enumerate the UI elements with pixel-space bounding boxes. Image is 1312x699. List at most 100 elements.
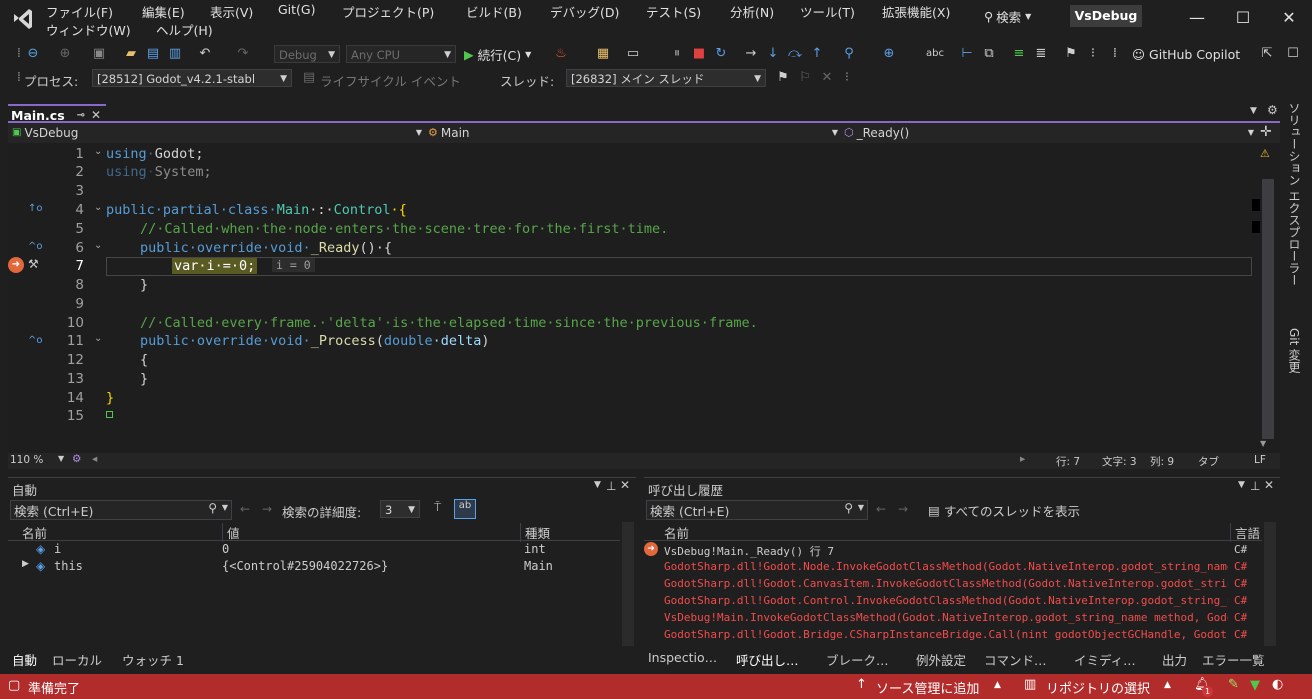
menu-file[interactable]: ファイル(F) (46, 2, 113, 21)
undo-icon[interactable]: ↶ (196, 45, 214, 63)
tab-inspection[interactable]: Inspectio… (648, 650, 717, 665)
tab-command[interactable]: コマンド… (984, 650, 1047, 669)
forward-arrow-icon[interactable]: → (262, 502, 272, 516)
tab-autos[interactable]: 自動 (12, 650, 37, 669)
menu-analyze[interactable]: 分析(N) (730, 2, 774, 21)
menu-build[interactable]: ビルド(B) (466, 2, 522, 21)
settings-gear-icon[interactable]: ⚙ (1267, 103, 1278, 117)
scroll-right-icon[interactable]: ▸ (1020, 453, 1025, 465)
continue-button[interactable]: ▶ 続行(C) ▼ (464, 44, 531, 64)
breakpoint-toolbar-icon[interactable]: ⚲ (840, 45, 858, 63)
lifecycle-events-button[interactable]: ライフサイクル イベント (320, 71, 461, 90)
tab-immediate[interactable]: イミディ… (1074, 650, 1136, 669)
tab-exception-settings[interactable]: 例外設定 (916, 650, 966, 669)
add-to-source-control-button[interactable]: ソース管理に追加 (876, 678, 979, 697)
tab-locals[interactable]: ローカル (52, 650, 102, 669)
solution-explorer-tab[interactable]: ソリューション エクスプローラー (1286, 102, 1303, 286)
window-layout-icon[interactable]: ▭ (624, 45, 642, 63)
globe-icon[interactable]: ⊕ (880, 45, 898, 63)
menu-view[interactable]: 表示(V) (210, 2, 253, 21)
variable-value[interactable]: {<Control#25904022726>} (222, 559, 388, 573)
bookmark-icon[interactable]: ⚑ (1062, 45, 1080, 63)
variable-value[interactable]: 0 (222, 542, 229, 556)
tab-call-stack[interactable]: 呼び出し… (736, 650, 799, 669)
issues-icon[interactable]: ⚙ (72, 453, 81, 465)
platform-dropdown[interactable]: Any CPU ▼ (346, 45, 456, 63)
search-button[interactable]: ⚲ 検索 ▼ (984, 6, 1060, 26)
open-file-icon[interactable]: ▰ (122, 45, 140, 63)
toolbar-options-icon[interactable]: ⁝ (838, 69, 856, 87)
step-over-icon[interactable]: ⤼ (786, 45, 804, 63)
panel-menu-icon[interactable]: ▼ (594, 480, 601, 490)
uncomment-icon[interactable]: ≣ (1032, 45, 1050, 63)
configuration-dropdown[interactable]: Debug ▼ (274, 45, 340, 63)
close-tab-icon[interactable]: ✕ (91, 108, 101, 122)
filter-icon[interactable]: ⍑ (434, 500, 441, 515)
show-all-threads-button[interactable]: ▤ すべてのスレッドを表示 (928, 501, 1080, 520)
search-depth-dropdown[interactable]: 3 ▼ (380, 500, 420, 518)
call-stack-scrollbar[interactable] (1264, 522, 1276, 646)
copilot-status-icon[interactable]: ✎ (1228, 677, 1239, 692)
autos-scrollbar[interactable] (622, 522, 634, 646)
menu-test[interactable]: テスト(S) (646, 2, 701, 21)
forward-arrow-icon[interactable]: → (898, 502, 908, 516)
project-dropdown[interactable]: ▣ VsDebug ▼ (12, 125, 422, 141)
back-arrow-icon[interactable]: ← (240, 502, 250, 516)
minimize-icon[interactable]: — (1184, 6, 1210, 30)
panel-menu-icon[interactable]: ▼ (1238, 480, 1245, 490)
call-stack-search-box[interactable]: 検索 (Ctrl+E) ⚲ ▼ (646, 500, 868, 520)
pause-icon[interactable]: ⏸ (668, 45, 686, 63)
call-stack-row[interactable]: GodotSharp.dll!Godot.Bridge.CSharpInstan… (644, 626, 1262, 643)
folder-icon[interactable]: ▦ (594, 45, 612, 63)
view-format-icon[interactable]: ab (454, 499, 476, 519)
column-header-name[interactable]: 名前 (22, 523, 47, 542)
collapse-icon[interactable]: ⌄ (94, 333, 102, 344)
split-editor-icon[interactable]: ✛ (1260, 124, 1272, 140)
column-header-type[interactable]: 種類 (520, 523, 550, 542)
table-row[interactable]: ▶ ◈ this {<Control#25904022726>} Main (8, 558, 620, 575)
maximize-icon[interactable]: ☐ (1230, 6, 1256, 30)
tab-list-icon[interactable]: ▼ (1250, 106, 1257, 116)
override-icon-2[interactable]: ^o (28, 335, 43, 346)
zoom-level[interactable]: 110 % (10, 454, 43, 466)
quick-actions-icon[interactable]: ⚒ (28, 257, 39, 271)
feedback-status-icon[interactable]: ◐ (1272, 677, 1283, 692)
call-stack-row[interactable]: GodotSharp.dll!Godot.Node.InvokeGodotCla… (644, 558, 1262, 575)
share-icon[interactable]: ⇱ (1258, 45, 1276, 63)
restart-icon[interactable]: ↻ (712, 45, 730, 63)
autos-search-box[interactable]: 検索 (Ctrl+E) ⚲ ▼ (10, 500, 232, 520)
select-repository-button[interactable]: リポジトリの選択 (1046, 678, 1150, 697)
menu-edit[interactable]: 編集(E) (142, 2, 185, 21)
save-icon[interactable]: ▤ (144, 45, 162, 63)
table-row[interactable]: ◈ i 0 int (8, 541, 620, 558)
call-stack-row[interactable]: GodotSharp.dll!Godot.Control.InvokeGodot… (644, 592, 1262, 609)
collapse-icon[interactable]: ⌄ (94, 202, 102, 213)
collapse-icon[interactable]: ⌄ (94, 146, 102, 157)
tab-error-list[interactable]: エラー一覧 (1202, 650, 1265, 669)
call-stack-row-current[interactable]: ➜ VsDebug!Main._Ready() 行 7 C# (644, 541, 1262, 558)
stop-icon[interactable]: ■ (690, 45, 708, 63)
align-icon[interactable]: ⊢ (958, 45, 976, 63)
redo-icon[interactable]: ↷ (234, 45, 252, 63)
step-into-icon[interactable]: ↓ (764, 45, 782, 63)
indent-mode[interactable]: タブ (1198, 454, 1219, 469)
live-share-icon[interactable]: ▼ (1250, 678, 1260, 693)
bookmark-clear-icon[interactable]: ⁞ (1106, 45, 1124, 63)
flag-all-icon[interactable]: ⚐ (796, 69, 814, 87)
menu-window[interactable]: ウィンドウ(W) (46, 20, 131, 39)
comment-icon[interactable]: ≡ (1010, 45, 1028, 63)
menu-debug[interactable]: デバッグ(D) (550, 2, 619, 21)
codelens-reference-icon[interactable]: ↑o (28, 203, 43, 214)
member-dropdown[interactable]: ⬡ _Ready() ▼ (844, 125, 1254, 141)
tab-watch-1[interactable]: ウォッチ 1 (122, 650, 184, 669)
menu-project[interactable]: プロジェクト(P) (342, 2, 434, 21)
spell-check-icon[interactable]: abc (926, 45, 944, 63)
bookmark-next-icon[interactable]: ⁝ (1084, 45, 1102, 63)
collapse-icon[interactable]: ⌄ (94, 240, 102, 251)
lifecycle-events-icon[interactable]: ▤ (300, 69, 318, 87)
step-out-icon[interactable]: ↑ (808, 45, 826, 63)
close-panel-icon[interactable]: ✕ (620, 478, 630, 492)
tab-output[interactable]: 出力 (1162, 650, 1187, 669)
unflag-icon[interactable]: ✕ (818, 69, 836, 87)
code-editor[interactable]: ↑o ^o ➜ ⚒ ^o 1 2 3 4 5 6 7 8 9 10 11 12 … (8, 143, 1256, 453)
